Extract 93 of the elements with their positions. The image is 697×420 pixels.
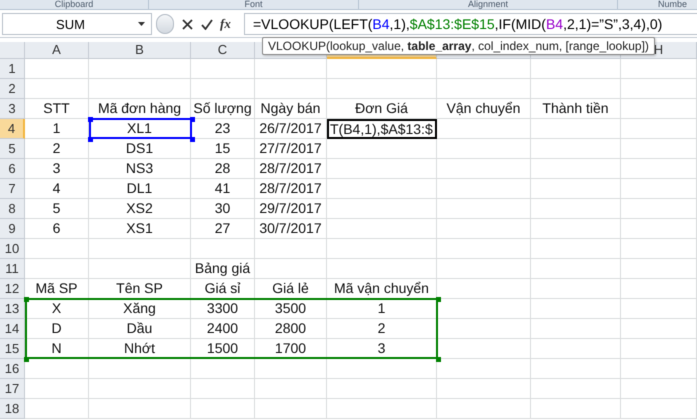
- row-header[interactable]: 10: [0, 239, 25, 259]
- row-header[interactable]: 15: [0, 339, 25, 359]
- table-cell: [255, 59, 327, 79]
- row-header[interactable]: 17: [0, 379, 25, 399]
- table-cell: 2: [25, 139, 89, 159]
- table-cell: XS1: [89, 219, 191, 239]
- table-cell: [191, 79, 255, 99]
- row-header[interactable]: 7: [0, 179, 25, 199]
- table-cell: 1: [327, 299, 437, 319]
- table-cell: 41: [191, 179, 255, 199]
- table-cell: Thành tiền: [531, 99, 621, 119]
- row-header[interactable]: 11: [0, 259, 25, 279]
- table-cell: NS3: [89, 159, 191, 179]
- table-cell: Tên SP: [89, 279, 191, 299]
- table-cell: 1500: [191, 339, 255, 359]
- row-header[interactable]: 12: [0, 279, 25, 299]
- table-cell: [255, 239, 327, 259]
- table-cell: [25, 259, 89, 279]
- name-box[interactable]: SUM: [2, 13, 152, 35]
- table-cell: Giá sỉ: [191, 279, 255, 299]
- table-cell: Giá lẻ: [255, 279, 327, 299]
- row-header[interactable]: 18: [0, 399, 25, 419]
- table-cell: [25, 379, 89, 399]
- table-cell: 5: [25, 199, 89, 219]
- table-cell: 27/7/2017: [255, 139, 327, 159]
- table-cell: [255, 399, 327, 419]
- table-cell: 2400: [191, 319, 255, 339]
- table-cell: Xăng: [89, 299, 191, 319]
- table-cell: D: [25, 319, 89, 339]
- table-cell: [191, 59, 255, 79]
- table-cell: [255, 79, 327, 99]
- ribbon-group-label: Alignment: [359, 0, 618, 9]
- table-cell: [191, 359, 255, 379]
- column-header[interactable]: C: [191, 42, 255, 59]
- ribbon-group-label: Numbe: [657, 0, 688, 9]
- table-cell: Ngày bán: [255, 99, 327, 119]
- table-cell: [25, 59, 89, 79]
- table-cell: DL1: [89, 179, 191, 199]
- table-cell: Đơn Giá: [327, 99, 437, 119]
- row-header[interactable]: 14: [0, 319, 25, 339]
- row-header[interactable]: 2: [0, 79, 25, 99]
- table-cell: XS2: [89, 199, 191, 219]
- table-cell: 30: [191, 199, 255, 219]
- row-header[interactable]: 3: [0, 99, 25, 119]
- table-cell: 1700: [255, 339, 327, 359]
- table-cell: [255, 259, 327, 279]
- table-cell: 26/7/2017: [255, 119, 327, 139]
- column-header[interactable]: B: [89, 42, 191, 59]
- column-header[interactable]: A: [25, 42, 89, 59]
- close-icon[interactable]: [180, 17, 194, 31]
- table-cell: Dầu: [89, 319, 191, 339]
- table-cell: Bảng giá: [191, 259, 255, 279]
- row-header[interactable]: 13: [0, 299, 25, 319]
- table-cell: Vận chuyển: [437, 99, 531, 119]
- active-cell[interactable]: T(B4,1),$A$13:$: [327, 119, 437, 139]
- table-cell: [255, 379, 327, 399]
- row-header[interactable]: 8: [0, 199, 25, 219]
- table-cell: 3500: [255, 299, 327, 319]
- table-cell: [191, 379, 255, 399]
- table-cell: 3300: [191, 299, 255, 319]
- row-header[interactable]: 16: [0, 359, 25, 379]
- table-cell: [191, 239, 255, 259]
- table-cell: 2: [327, 319, 437, 339]
- table-cell: 28/7/2017: [255, 159, 327, 179]
- ribbon-group-label: Clipboard: [0, 0, 149, 9]
- table-cell: 30/7/2017: [255, 219, 327, 239]
- table-cell: 28/7/2017: [255, 179, 327, 199]
- row-header[interactable]: 5: [0, 139, 25, 159]
- row-header[interactable]: 4: [0, 119, 25, 139]
- row-header[interactable]: 9: [0, 219, 25, 239]
- table-cell: [25, 399, 89, 419]
- table-cell: [191, 399, 255, 419]
- table-cell: 2800: [255, 319, 327, 339]
- check-icon[interactable]: [200, 17, 214, 31]
- insert-function-button[interactable]: fx: [220, 16, 231, 32]
- formula-field[interactable]: =VLOOKUP(LEFT(B4,1),$A$13:$E$15,IF(MID(B4,2,1)=”S”,3,4),0): [244, 13, 697, 35]
- table-cell: Nhớt: [89, 339, 191, 359]
- table-cell: 28: [191, 159, 255, 179]
- table-cell: 3: [25, 159, 89, 179]
- function-tooltip: VLOOKUP(lookup_value, table_array, col_index_num, [range_lookup]): [262, 37, 655, 55]
- table-cell: STT: [25, 99, 89, 119]
- grip-handle[interactable]: [156, 14, 174, 34]
- table-cell: [25, 239, 89, 259]
- table-cell: 4: [25, 179, 89, 199]
- table-cell: 29/7/2017: [255, 199, 327, 219]
- ribbon-group-label: Font: [149, 0, 359, 9]
- row-header[interactable]: 6: [0, 159, 25, 179]
- table-cell: [255, 359, 327, 379]
- table-cell: [25, 79, 89, 99]
- row-header[interactable]: 1: [0, 59, 25, 79]
- table-cell: 27: [191, 219, 255, 239]
- caret-icon: [138, 22, 145, 26]
- table-cell: 6: [25, 219, 89, 239]
